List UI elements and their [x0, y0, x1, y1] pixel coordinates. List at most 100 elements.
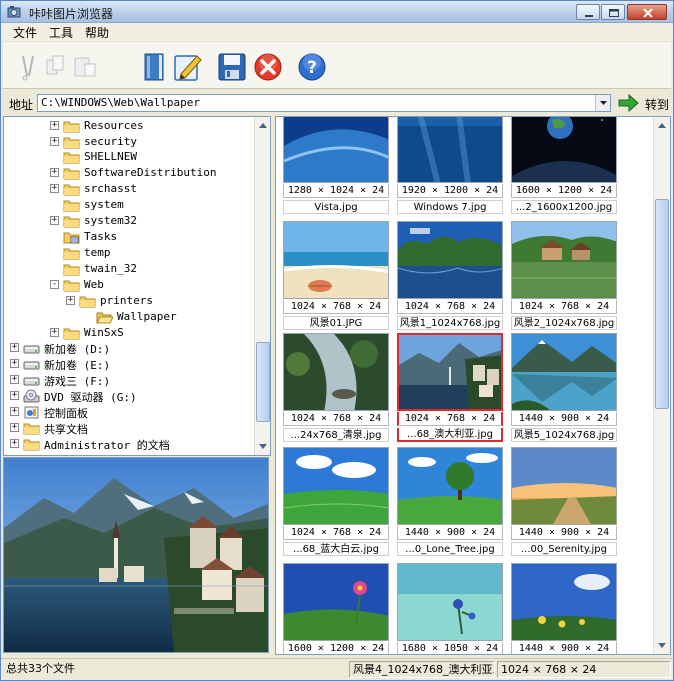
- tree-item-label: Administrator 的文档: [44, 439, 170, 452]
- thumbnail-filename: ...0_Lone_Tree.jpg: [397, 542, 503, 556]
- thumbnail[interactable]: 1024 × 768 × 24 ...68_蓝大白云.jpg: [279, 447, 393, 559]
- tree-expander-icon[interactable]: +: [10, 407, 19, 416]
- thumbnail[interactable]: 1440 × 900 × 24...x900_Summer.jpg: [507, 563, 621, 654]
- tree-expander-icon[interactable]: +: [50, 121, 59, 130]
- open-folder-icon: [96, 312, 113, 324]
- address-input[interactable]: C:\WINDOWS\Web\Wallpaper: [37, 94, 611, 112]
- tree-expander-icon[interactable]: +: [66, 296, 75, 305]
- paste-icon[interactable]: [69, 50, 103, 84]
- tree-expander-icon[interactable]: +: [50, 328, 59, 337]
- tree-expander-icon[interactable]: +: [50, 216, 59, 225]
- tree-scrollbar[interactable]: [254, 117, 270, 455]
- address-dropdown-button[interactable]: [595, 95, 610, 111]
- tree-item-label: 新加卷 (D:): [44, 343, 111, 356]
- thumbnail[interactable]: 1440 × 900 × 24 风景5_1024x768.jpg: [507, 333, 621, 445]
- thumbnail-filename: ...68_澳大利亚.jpg: [397, 428, 503, 442]
- thumbnail-dimensions: 1024 × 768 × 24: [283, 300, 389, 314]
- scroll-up-icon[interactable]: [655, 118, 669, 133]
- grid-scroll-thumb[interactable]: [655, 199, 669, 409]
- thumbnail-dimensions: 1600 × 1200 × 24: [283, 642, 389, 654]
- tree-expander-icon[interactable]: +: [10, 439, 19, 448]
- folder-icon: [63, 248, 80, 260]
- save-icon[interactable]: [215, 50, 249, 84]
- menu-help[interactable]: 帮助: [83, 24, 111, 41]
- thumbnail-image: [283, 563, 389, 641]
- thumbnail-image: [511, 447, 617, 525]
- tree-expander-icon[interactable]: +: [50, 168, 59, 177]
- tree-item-label: temp: [84, 246, 111, 259]
- menu-file[interactable]: 文件: [11, 24, 39, 41]
- tree-expander-icon[interactable]: +: [50, 184, 59, 193]
- thumbnail-grid[interactable]: 1280 × 1024 × 24 Vista.jpg 1920 × 1200 × 2…: [275, 116, 671, 655]
- book-icon[interactable]: [137, 50, 171, 84]
- thumbnail-image: [511, 563, 617, 641]
- folder-icon: [79, 296, 96, 308]
- thumbnail-image: [397, 333, 503, 411]
- scroll-up-icon[interactable]: [256, 118, 270, 133]
- thumbnail[interactable]: 1440 × 900 × 24 ...00_Serenity.jpg: [507, 447, 621, 559]
- thumbnail-selected[interactable]: 1024 × 768 × 24 ...68_澳大利亚.jpg: [393, 333, 507, 445]
- tree-expander-icon[interactable]: +: [50, 137, 59, 146]
- tree-item-label: security: [84, 135, 137, 148]
- edit-icon[interactable]: [171, 50, 205, 84]
- tree-expander-icon[interactable]: -: [50, 280, 59, 289]
- go-arrow-icon: [618, 93, 639, 113]
- thumbnail[interactable]: 1920 × 1200 × 24 Windows 7.jpg: [393, 117, 507, 217]
- thumbnail[interactable]: 1600 × 1200 × 24 ...2_1600x1200.jpg: [507, 117, 621, 217]
- tree-item-label: Tasks: [84, 230, 118, 243]
- thumbnail[interactable]: 1680 × 1050 × 24...2_1690x1050.jpg: [393, 563, 507, 654]
- scroll-down-icon[interactable]: [256, 439, 270, 454]
- tree-item-label: 游戏三 (F:): [44, 375, 111, 388]
- thumbnail[interactable]: 1024 × 768 × 24 风景01.JPG: [279, 221, 393, 333]
- title-bar[interactable]: 咔咔图片浏览器: [1, 1, 673, 23]
- thumbnail-dimensions: 1440 × 900 × 24: [511, 642, 617, 654]
- tree-item-label: srchasst: [84, 182, 137, 195]
- help-icon[interactable]: ?: [295, 50, 329, 84]
- drive-icon: [23, 345, 40, 354]
- thumbnail-dimensions: 1024 × 768 × 24: [283, 412, 389, 426]
- thumbnail-filename: ...00_Serenity.jpg: [511, 542, 617, 556]
- tree-expander-icon[interactable]: +: [10, 375, 19, 384]
- maximize-button[interactable]: [601, 4, 625, 20]
- thumbnail[interactable]: 1024 × 768 × 24 风景1_1024x768.jpg: [393, 221, 507, 333]
- thumbnail[interactable]: 1440 × 900 × 24 ...0_Lone_Tree.jpg: [393, 447, 507, 559]
- close-window-button[interactable]: [627, 4, 667, 20]
- tree-expander-icon[interactable]: +: [10, 343, 19, 352]
- tree-scroll-thumb[interactable]: [256, 342, 270, 422]
- preview-image: [4, 458, 268, 652]
- grid-scrollbar[interactable]: [653, 117, 670, 654]
- status-file-count: 总共33个文件: [6, 662, 75, 675]
- menu-tools[interactable]: 工具: [47, 24, 75, 41]
- thumbnail-dimensions: 1024 × 768 × 24: [283, 526, 389, 540]
- thumbnail[interactable]: 1024 × 768 × 24 ...24x768_清泉.jpg: [279, 333, 393, 445]
- go-button[interactable]: 转到: [617, 93, 671, 113]
- scroll-down-icon[interactable]: [655, 638, 669, 653]
- folder-icon: [23, 439, 40, 451]
- thumbnail[interactable]: 1600 × 1200 × 24...1_1600x1200.jpg: [279, 563, 393, 654]
- folder-tree[interactable]: + Resources + security SHELLNEW + SoftwareDist…: [3, 116, 271, 456]
- folder-icon: [63, 121, 80, 133]
- menu-bar: 文件 工具 帮助: [1, 23, 673, 41]
- go-label: 转到: [645, 98, 670, 112]
- tasks-folder-icon: [63, 232, 80, 244]
- image-preview: [3, 457, 269, 653]
- address-label: 地址: [9, 98, 34, 112]
- drive-icon: [23, 377, 40, 386]
- thumbnail-dimensions: 1680 × 1050 × 24: [397, 642, 503, 654]
- thumbnail-dimensions: 1440 × 900 × 24: [511, 412, 617, 426]
- thumbnail-dimensions: 1280 × 1024 × 24: [283, 184, 389, 198]
- tree-expander-icon[interactable]: +: [10, 359, 19, 368]
- thumbnail-image: [283, 333, 389, 411]
- minimize-button[interactable]: [576, 4, 600, 20]
- tree-item-label: system32: [84, 214, 137, 227]
- tree-expander-icon[interactable]: +: [10, 423, 19, 432]
- thumbnail-image: [511, 221, 617, 299]
- tree-expander-icon[interactable]: +: [10, 391, 19, 400]
- delete-icon[interactable]: [251, 50, 285, 84]
- svg-text:?: ?: [307, 58, 317, 78]
- app-window: 咔咔图片浏览器 文件 工具 帮助 ? 地址 C:\WINDOWS\Web\Wal…: [0, 0, 674, 681]
- thumbnail-image: [511, 333, 617, 411]
- thumbnail[interactable]: 1024 × 768 × 24 风景2_1024x768.jpg: [507, 221, 621, 333]
- folder-icon: [63, 168, 80, 180]
- thumbnail[interactable]: 1280 × 1024 × 24 Vista.jpg: [279, 117, 393, 217]
